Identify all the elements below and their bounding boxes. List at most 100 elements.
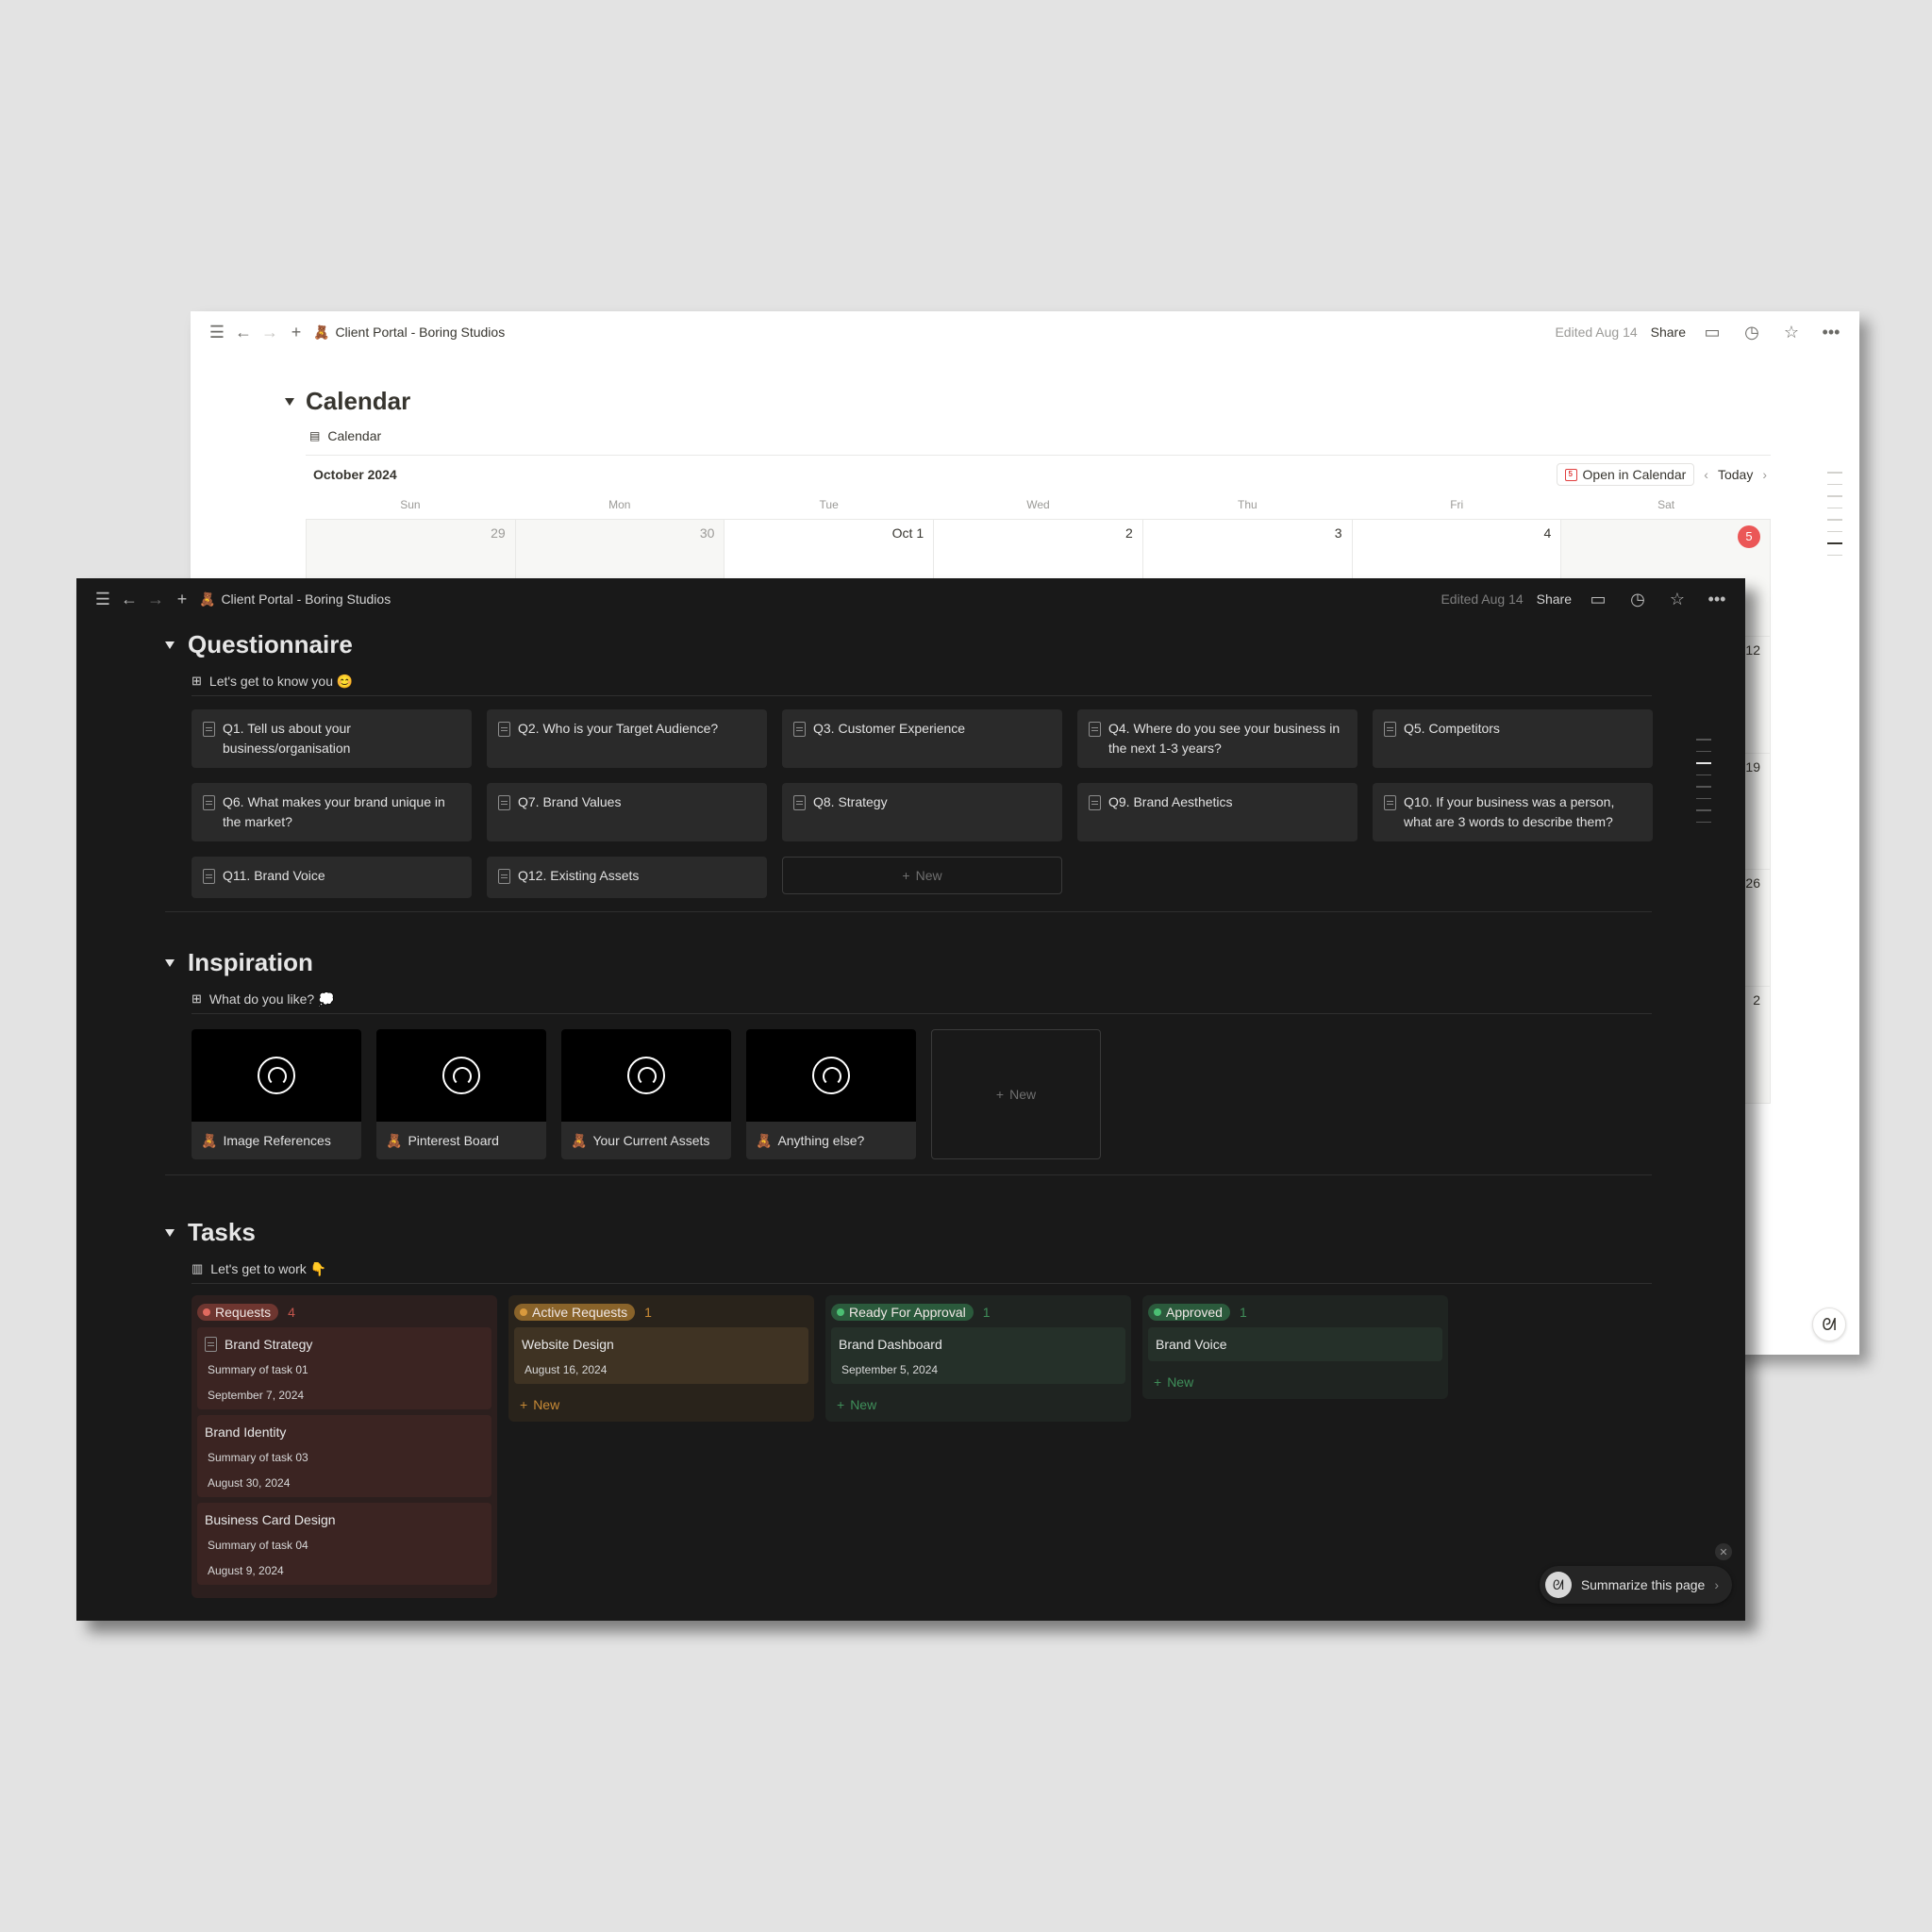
new-task-button[interactable]: + New: [831, 1390, 1125, 1414]
column-count: 4: [288, 1305, 295, 1320]
back-arrow-icon[interactable]: ←: [230, 319, 257, 345]
task-summary: Summary of task 04: [208, 1539, 308, 1552]
day-number: 12: [1745, 641, 1760, 658]
card-label: 🧸 Your Current Assets: [561, 1122, 731, 1159]
edited-timestamp: Edited Aug 14: [1555, 325, 1638, 340]
plus-icon: +: [1154, 1374, 1162, 1390]
toggle-triangle-icon[interactable]: [165, 1228, 175, 1237]
questionnaire-card[interactable]: Q8. Strategy: [782, 783, 1062, 841]
new-card-button[interactable]: + New: [782, 857, 1062, 894]
questionnaire-card[interactable]: Q3. Customer Experience: [782, 709, 1062, 768]
questionnaire-card[interactable]: Q9. Brand Aesthetics: [1077, 783, 1357, 841]
task-summary: Summary of task 01: [208, 1363, 308, 1376]
share-button[interactable]: Share: [1651, 325, 1686, 340]
star-icon[interactable]: ☆: [1664, 586, 1690, 612]
notion-face-icon: [812, 1057, 850, 1094]
close-summarize-icon[interactable]: ✕: [1715, 1543, 1732, 1560]
questionnaire-card[interactable]: Q2. Who is your Target Audience?: [487, 709, 767, 768]
task-card[interactable]: Brand Identity Summary of task 03 August 3…: [197, 1415, 491, 1497]
toggle-triangle-icon[interactable]: [285, 397, 294, 406]
divider: [192, 695, 1652, 696]
inspiration-title: Inspiration: [188, 948, 313, 976]
prev-month-chevron-icon[interactable]: ‹: [1704, 467, 1708, 482]
status-badge[interactable]: Active Requests: [514, 1304, 636, 1321]
plus-icon[interactable]: +: [283, 319, 309, 345]
status-badge[interactable]: Ready For Approval: [831, 1304, 974, 1321]
task-date: August 30, 2024: [208, 1476, 291, 1490]
page-title: Client Portal - Boring Studios: [221, 591, 391, 607]
toggle-triangle-icon[interactable]: [165, 958, 175, 967]
page-icon: [1384, 795, 1396, 810]
day-number: 2: [1753, 992, 1760, 1008]
gallery-view-tab[interactable]: ⊞ Let's get to know you 😊: [192, 667, 1652, 695]
share-button[interactable]: Share: [1537, 591, 1572, 607]
task-card[interactable]: Brand Voice: [1148, 1327, 1442, 1361]
status-badge[interactable]: Requests: [197, 1304, 279, 1321]
history-clock-icon[interactable]: ◷: [1739, 319, 1765, 345]
summarize-page-button[interactable]: ᘛ Summarize this page ›: [1539, 1566, 1732, 1604]
task-card[interactable]: Business Card Design Summary of task 04 Au…: [197, 1503, 491, 1585]
breadcrumb[interactable]: 🧸 Client Portal - Boring Studios: [313, 325, 505, 341]
questionnaire-card[interactable]: Q1. Tell us about your business/organisa…: [192, 709, 472, 768]
new-task-button[interactable]: + New: [514, 1390, 808, 1414]
comment-icon[interactable]: ▭: [1585, 586, 1611, 612]
gallery-view-tab[interactable]: ⊞ What do you like? 💭: [192, 985, 1652, 1013]
questionnaire-card[interactable]: Q12. Existing Assets: [487, 857, 767, 898]
today-badge: 5: [1737, 525, 1760, 548]
toggle-triangle-icon[interactable]: [165, 641, 175, 649]
questionnaire-card[interactable]: Q5. Competitors: [1373, 709, 1653, 768]
notion-ai-button[interactable]: ᘛ: [1812, 1307, 1846, 1341]
inspiration-card[interactable]: 🧸 Pinterest Board: [376, 1029, 546, 1159]
today-button[interactable]: Today: [1718, 467, 1753, 482]
questionnaire-card[interactable]: Q11. Brand Voice: [192, 857, 472, 898]
forward-arrow-icon[interactable]: →: [257, 319, 283, 345]
page-icon: [205, 1337, 217, 1352]
new-card-button[interactable]: + New: [931, 1029, 1101, 1159]
questionnaire-card[interactable]: Q7. Brand Values: [487, 783, 767, 841]
inspiration-card[interactable]: 🧸 Your Current Assets: [561, 1029, 731, 1159]
weekday: Mon: [608, 498, 631, 511]
calendar-view-tab[interactable]: ▤ Calendar: [309, 428, 381, 443]
task-card[interactable]: Website Design August 16, 2024: [514, 1327, 808, 1384]
questionnaire-card[interactable]: Q4. Where do you see your business in th…: [1077, 709, 1357, 768]
page-icon: [1384, 722, 1396, 737]
card-title: Q2. Who is your Target Audience?: [518, 721, 719, 736]
new-label: New: [1167, 1374, 1194, 1390]
menu-icon[interactable]: ☰: [204, 319, 230, 345]
page-icon: [203, 795, 215, 810]
column-count: 1: [1239, 1305, 1247, 1320]
calendar-icon: ▤: [309, 429, 321, 442]
board-view-tab[interactable]: ▥ Let's get to work 👇: [192, 1255, 1652, 1283]
next-month-chevron-icon[interactable]: ›: [1762, 467, 1767, 482]
new-task-button[interactable]: + New: [1148, 1367, 1442, 1391]
back-arrow-icon[interactable]: ←: [116, 586, 142, 612]
questionnaire-card[interactable]: Q6. What makes your brand unique in the …: [192, 783, 472, 841]
table-of-contents[interactable]: [1827, 472, 1842, 556]
more-dots-icon[interactable]: •••: [1704, 586, 1730, 612]
task-card[interactable]: Brand Strategy Summary of task 01 Septembe…: [197, 1327, 491, 1409]
inspiration-gallery: 🧸 Image References 🧸 Pinterest Board 🧸 Your C…: [192, 1029, 1652, 1159]
day-number: 4: [1543, 525, 1552, 541]
table-of-contents[interactable]: [1696, 739, 1711, 823]
inspiration-card[interactable]: 🧸 Anything else?: [746, 1029, 916, 1159]
plus-icon[interactable]: +: [169, 586, 195, 612]
new-label: New: [915, 868, 942, 883]
inspiration-card[interactable]: 🧸 Image References: [192, 1029, 361, 1159]
questionnaire-card[interactable]: Q10. If your business was a person, what…: [1373, 783, 1653, 841]
page-emoji-icon: 🧸: [756, 1132, 773, 1148]
forward-arrow-icon[interactable]: →: [142, 586, 169, 612]
section-divider: [165, 911, 1652, 912]
column-count: 1: [644, 1305, 652, 1320]
weekday: Tue: [819, 498, 839, 511]
more-dots-icon[interactable]: •••: [1818, 319, 1844, 345]
open-in-calendar-button[interactable]: Open in Calendar: [1556, 463, 1695, 486]
history-clock-icon[interactable]: ◷: [1624, 586, 1651, 612]
comment-icon[interactable]: ▭: [1699, 319, 1725, 345]
card-title: Image References: [223, 1133, 331, 1148]
star-icon[interactable]: ☆: [1778, 319, 1805, 345]
task-card[interactable]: Brand Dashboard September 5, 2024: [831, 1327, 1125, 1384]
task-summary: Summary of task 03: [208, 1451, 308, 1464]
status-badge[interactable]: Approved: [1148, 1304, 1230, 1321]
menu-icon[interactable]: ☰: [90, 586, 116, 612]
breadcrumb[interactable]: 🧸 Client Portal - Boring Studios: [199, 591, 391, 608]
